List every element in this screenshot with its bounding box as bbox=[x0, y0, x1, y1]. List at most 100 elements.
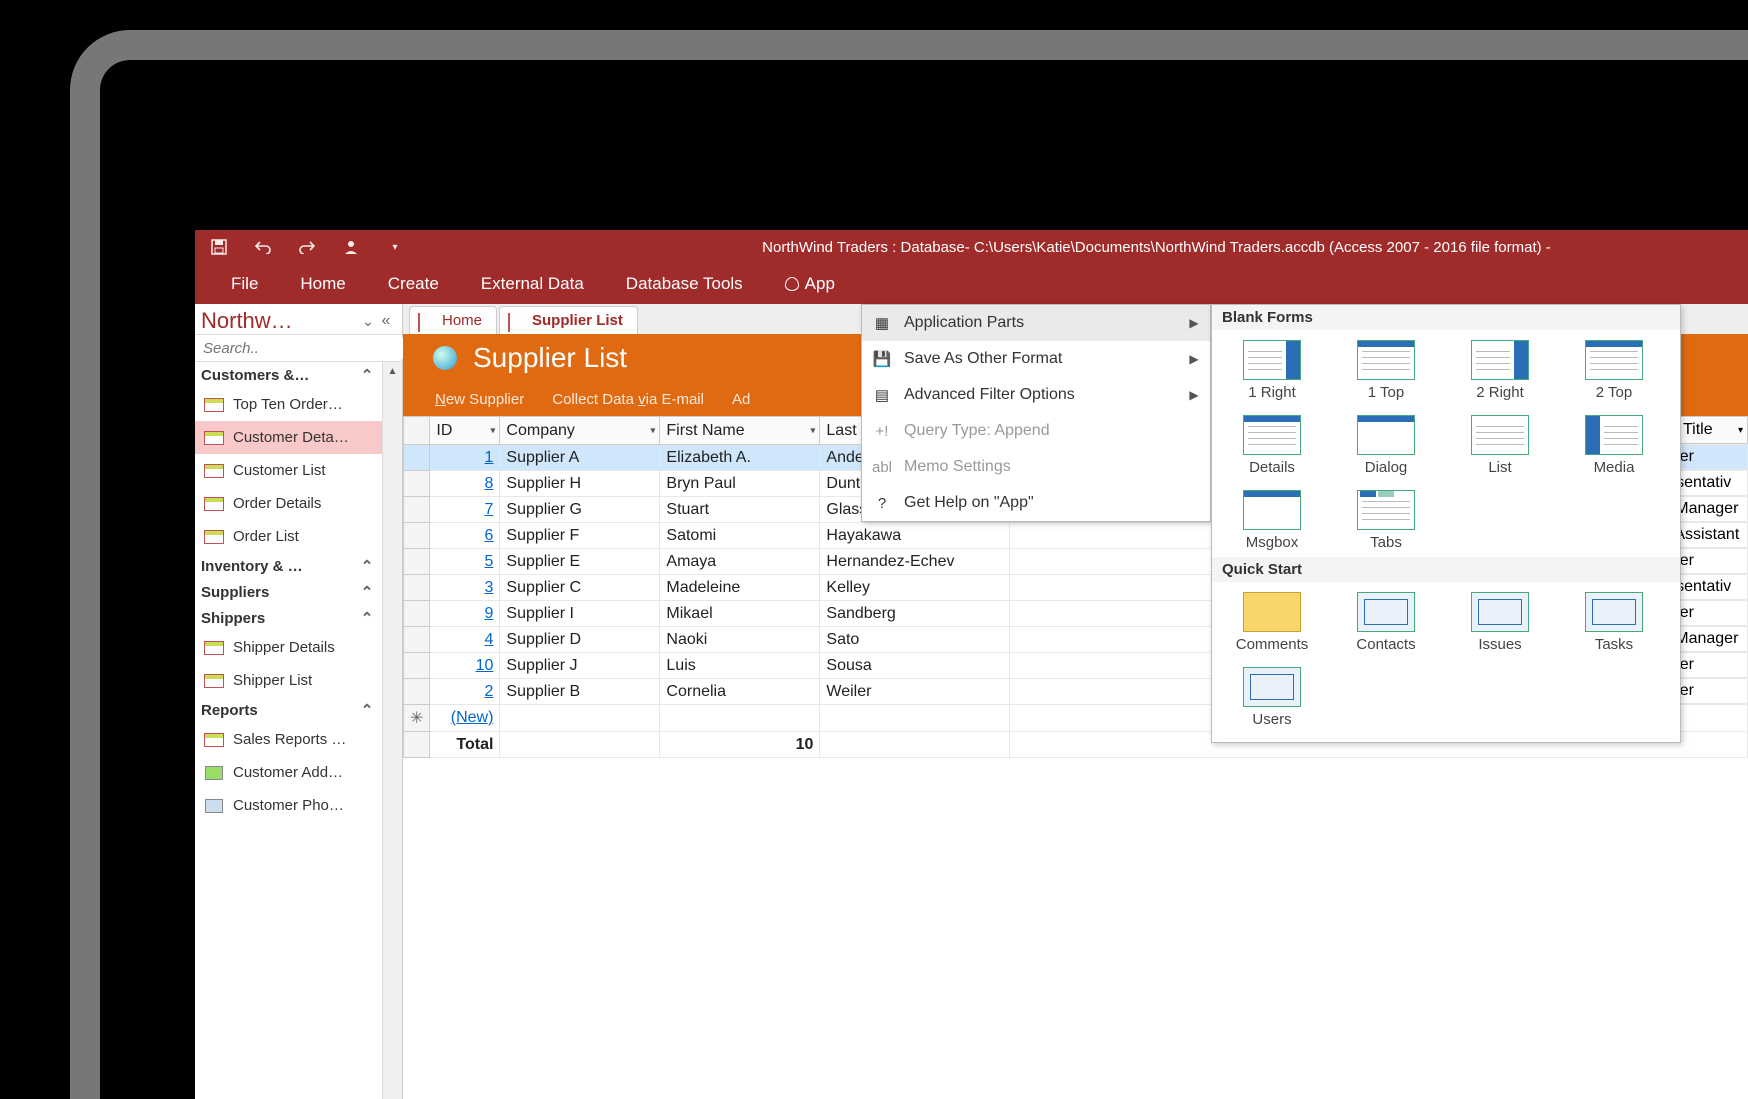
row-selector[interactable] bbox=[404, 679, 430, 705]
col-header-id[interactable]: ID▾ bbox=[430, 417, 500, 445]
nav-item[interactable]: Customer Add… bbox=[195, 756, 382, 789]
nav-collapse-icon[interactable]: « bbox=[376, 312, 396, 330]
cell-first-name[interactable]: Amaya bbox=[660, 549, 820, 575]
gallery-item[interactable]: 1 Right bbox=[1218, 336, 1326, 405]
cell-company[interactable]: Supplier I bbox=[500, 601, 660, 627]
gallery-item[interactable]: Users bbox=[1218, 663, 1326, 732]
row-selector-header[interactable] bbox=[404, 417, 430, 445]
cell-company[interactable]: Supplier F bbox=[500, 523, 660, 549]
ribbon-tab-database-tools[interactable]: Database Tools bbox=[608, 268, 761, 300]
nav-group-header[interactable]: Reports⌃ bbox=[195, 697, 382, 723]
nav-item[interactable]: Top Ten Order… bbox=[195, 388, 382, 421]
gallery-item[interactable]: Contacts bbox=[1332, 588, 1440, 657]
scroll-up-icon[interactable]: ▲ bbox=[383, 362, 402, 380]
cell-last-name[interactable]: Sato bbox=[820, 627, 1010, 653]
row-selector[interactable] bbox=[404, 653, 430, 679]
cell-company[interactable]: Supplier D bbox=[500, 627, 660, 653]
gallery-item[interactable]: Media bbox=[1560, 411, 1668, 480]
qat-customize-icon[interactable]: ▾ bbox=[385, 237, 405, 257]
cell-id[interactable]: 1 bbox=[430, 445, 500, 471]
nav-item[interactable]: Customer Pho… bbox=[195, 789, 382, 822]
nav-pane-header[interactable]: Northw… ⌄ « bbox=[195, 304, 402, 334]
gallery-item[interactable]: Tasks bbox=[1560, 588, 1668, 657]
gallery-item[interactable]: Dialog bbox=[1332, 411, 1440, 480]
gallery-item[interactable]: 2 Top bbox=[1560, 336, 1668, 405]
nav-item[interactable]: Shipper Details bbox=[195, 631, 382, 664]
cell-last-name[interactable]: Hayakawa bbox=[820, 523, 1010, 549]
nav-item[interactable]: Customer Deta… bbox=[195, 421, 382, 454]
ribbon-tab-file[interactable]: File bbox=[213, 268, 276, 300]
row-selector[interactable] bbox=[404, 523, 430, 549]
nav-item[interactable]: Customer List bbox=[195, 454, 382, 487]
cell-first-name[interactable]: Madeleine bbox=[660, 575, 820, 601]
cell-id[interactable]: 8 bbox=[430, 471, 500, 497]
flyout-item[interactable]: ▤Advanced Filter Options▶ bbox=[862, 377, 1210, 413]
flyout-item[interactable]: ?Get Help on "App" bbox=[862, 485, 1210, 521]
gallery-item[interactable]: Comments bbox=[1218, 588, 1326, 657]
ribbon-tab-external-data[interactable]: External Data bbox=[463, 268, 602, 300]
nav-group-header[interactable]: Customers &…⌃ bbox=[195, 362, 382, 388]
nav-group-header[interactable]: Shippers⌃ bbox=[195, 605, 382, 631]
cell-last-name[interactable]: Hernandez-Echev bbox=[820, 549, 1010, 575]
cell-first-name[interactable]: Naoki bbox=[660, 627, 820, 653]
ribbon-tab-home[interactable]: Home bbox=[282, 268, 363, 300]
cell-first-name[interactable]: Elizabeth A. bbox=[660, 445, 820, 471]
cell-company[interactable]: Supplier B bbox=[500, 679, 660, 705]
cell-last-name[interactable]: Sandberg bbox=[820, 601, 1010, 627]
gallery-item[interactable]: 1 Top bbox=[1332, 336, 1440, 405]
cell-last-name[interactable]: Kelley bbox=[820, 575, 1010, 601]
cell-first-name[interactable]: Luis bbox=[660, 653, 820, 679]
dropdown-icon[interactable]: ▾ bbox=[490, 425, 495, 436]
gallery-item[interactable]: Tabs bbox=[1332, 486, 1440, 555]
cell-id[interactable]: 5 bbox=[430, 549, 500, 575]
user-icon[interactable] bbox=[341, 237, 361, 257]
doc-tab-supplier-list[interactable]: Supplier List bbox=[499, 306, 638, 334]
row-selector[interactable] bbox=[404, 549, 430, 575]
row-selector[interactable] bbox=[404, 575, 430, 601]
row-selector[interactable] bbox=[404, 471, 430, 497]
col-header-first-name[interactable]: First Name▾ bbox=[660, 417, 820, 445]
new-row-star-icon[interactable]: ✳ bbox=[404, 705, 430, 732]
cell-first-name[interactable]: Cornelia bbox=[660, 679, 820, 705]
gallery-item[interactable]: Details bbox=[1218, 411, 1326, 480]
toolbar-new-supplier[interactable]: New Supplier bbox=[431, 389, 528, 410]
cell-first-name[interactable]: Bryn Paul bbox=[660, 471, 820, 497]
dropdown-icon[interactable]: ▾ bbox=[810, 425, 815, 436]
toolbar-collect-data[interactable]: Collect Data via E-mail bbox=[548, 389, 708, 410]
cell-new-link[interactable]: (New) bbox=[430, 705, 500, 732]
undo-icon[interactable] bbox=[253, 237, 273, 257]
gallery-item[interactable]: Msgbox bbox=[1218, 486, 1326, 555]
cell-last-name[interactable]: Sousa bbox=[820, 653, 1010, 679]
cell-first-name[interactable]: Stuart bbox=[660, 497, 820, 523]
gallery-item[interactable]: List bbox=[1446, 411, 1554, 480]
nav-group-header[interactable]: Inventory & …⌃ bbox=[195, 553, 382, 579]
toolbar-add[interactable]: Ad bbox=[728, 389, 754, 410]
flyout-item[interactable]: 💾Save As Other Format▶ bbox=[862, 341, 1210, 377]
gallery-item[interactable]: 2 Right bbox=[1446, 336, 1554, 405]
cell-company[interactable]: Supplier H bbox=[500, 471, 660, 497]
cell-first-name[interactable]: Satomi bbox=[660, 523, 820, 549]
nav-title-dropdown-icon[interactable]: ⌄ bbox=[360, 313, 376, 330]
doc-tab-home[interactable]: Home bbox=[409, 306, 497, 334]
dropdown-icon[interactable]: ▾ bbox=[650, 425, 655, 436]
cell-company[interactable]: Supplier E bbox=[500, 549, 660, 575]
ribbon-tab-create[interactable]: Create bbox=[370, 268, 457, 300]
nav-group-header[interactable]: Suppliers⌃ bbox=[195, 579, 382, 605]
nav-item[interactable]: Order Details bbox=[195, 487, 382, 520]
row-selector[interactable] bbox=[404, 627, 430, 653]
dropdown-icon[interactable]: ▾ bbox=[1738, 425, 1743, 436]
nav-item[interactable]: Order List bbox=[195, 520, 382, 553]
cell-company[interactable]: Supplier G bbox=[500, 497, 660, 523]
cell-company[interactable]: Supplier J bbox=[500, 653, 660, 679]
cell-last-name[interactable]: Weiler bbox=[820, 679, 1010, 705]
cell-id[interactable]: 4 bbox=[430, 627, 500, 653]
cell-id[interactable]: 2 bbox=[430, 679, 500, 705]
flyout-item[interactable]: ▦Application Parts▶ bbox=[862, 305, 1210, 341]
nav-item[interactable]: Shipper List bbox=[195, 664, 382, 697]
cell-first-name[interactable]: Mikael bbox=[660, 601, 820, 627]
cell-company[interactable]: Supplier C bbox=[500, 575, 660, 601]
row-selector[interactable] bbox=[404, 601, 430, 627]
row-selector[interactable] bbox=[404, 497, 430, 523]
cell-id[interactable]: 3 bbox=[430, 575, 500, 601]
cell-id[interactable]: 10 bbox=[430, 653, 500, 679]
